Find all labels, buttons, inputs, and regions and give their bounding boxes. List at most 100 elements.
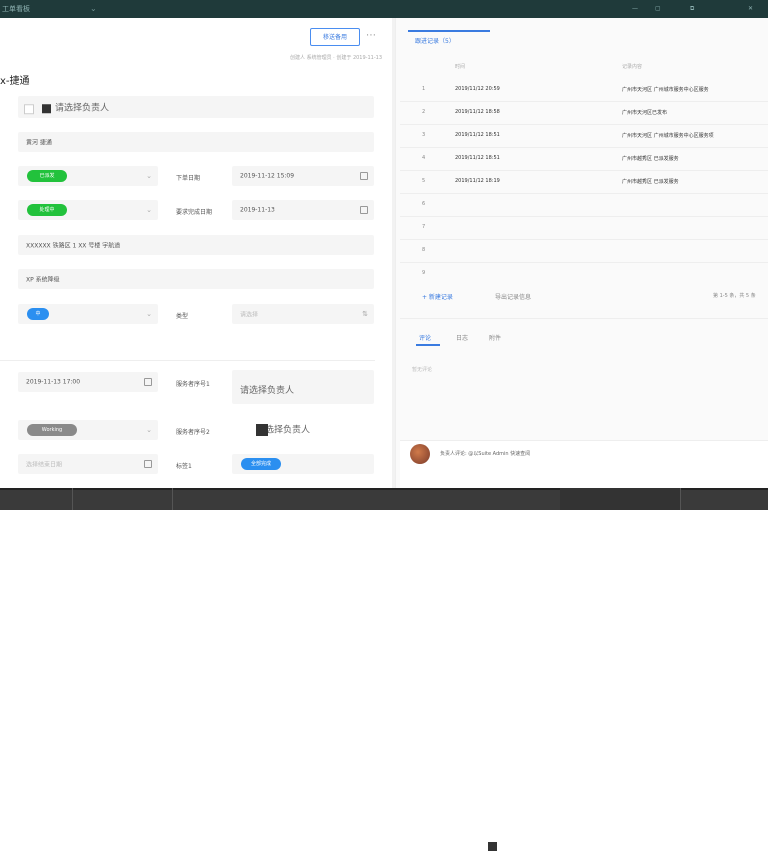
address-field[interactable]: XXXXXX 铁路区 1 XX 号楼 宇航道 xyxy=(18,235,374,255)
taskbar-item[interactable] xyxy=(72,488,173,510)
calendar-icon xyxy=(360,206,368,214)
comment-input[interactable]: 负责人评论: @以Suite Admin 快速查阅 xyxy=(440,450,530,457)
row-index: 5 xyxy=(422,178,426,184)
subtab-indicator xyxy=(416,344,440,346)
table-row-empty: 7 xyxy=(400,216,768,240)
deadline-picker[interactable]: 2019-11-13 xyxy=(232,200,374,220)
section-divider xyxy=(0,360,375,361)
row-index: 8 xyxy=(422,247,426,253)
transfer-button[interactable]: 移送备用 xyxy=(310,28,360,46)
order-date-picker[interactable]: 2019-11-12 15:09 xyxy=(232,166,374,186)
calendar-icon xyxy=(144,460,152,468)
row-time: 2019/11/12 20:59 xyxy=(455,86,500,92)
state-tag: Working xyxy=(27,424,77,436)
pagination-info: 第 1-5 条，共 5 条 xyxy=(713,293,756,299)
customer-field[interactable]: 黄河 捷通 xyxy=(18,132,374,152)
chevron-down-icon: ⌄ xyxy=(146,426,152,434)
avatar-icon xyxy=(488,842,497,851)
row-index: 1 xyxy=(422,86,426,92)
table-row-empty: 6 xyxy=(400,193,768,217)
table-row[interactable]: 5 2019/11/12 18:19 广州市越秀区 已派发服务 xyxy=(400,170,768,194)
more-options-icon[interactable]: ⋯ xyxy=(366,30,376,41)
row-index: 9 xyxy=(422,270,426,276)
table-row-empty: 9 xyxy=(400,262,768,285)
restore-icon[interactable]: ⧉ xyxy=(690,5,694,13)
chevron-down-icon[interactable]: ⌄ xyxy=(90,4,97,13)
calendar-icon xyxy=(360,172,368,180)
chevron-down-icon: ⌄ xyxy=(146,206,152,214)
row-index: 4 xyxy=(422,155,426,161)
service-placeholder: 请选择负责人 xyxy=(240,386,295,396)
close-icon[interactable]: ✕ xyxy=(748,5,753,12)
status-tag: 已派发 xyxy=(27,170,67,182)
start-time-value: 2019-11-13 17:00 xyxy=(26,378,81,386)
service2-label: 服务者序号2 xyxy=(176,429,210,436)
chevron-down-icon: ⌄ xyxy=(146,172,152,180)
empty-note: 暂无评论 xyxy=(412,367,433,373)
type-placeholder: 请选择 xyxy=(240,311,259,319)
order-date-value: 2019-11-12 15:09 xyxy=(240,172,295,180)
remark-value: XP 系统降级 xyxy=(26,276,60,284)
row-content: 广州市越秀区 已派发服务 xyxy=(622,156,679,162)
order-date-label: 下单日期 xyxy=(176,175,201,182)
taskbar-item[interactable] xyxy=(0,488,73,510)
window-titlebar: 工单看板 ⌄ — ▢ ⧉ ✕ xyxy=(0,0,768,18)
row-time: 2019/11/12 18:19 xyxy=(455,178,500,184)
row-time: 2019/11/12 18:51 xyxy=(455,155,500,161)
col-time-header: 时间 xyxy=(455,64,466,70)
owner-field[interactable]: 请选择负责人 xyxy=(18,96,374,118)
owner-placeholder: 请选择负责人 xyxy=(55,103,110,114)
end-date-placeholder: 选择结束日期 xyxy=(26,461,63,469)
deadline-value: 2019-11-13 xyxy=(240,206,275,214)
created-meta: 创建人 系统管理员 · 创建于 2019-11-13 xyxy=(290,55,383,61)
level-tag: 全部完成 xyxy=(241,458,281,470)
avatar xyxy=(410,444,430,464)
table-row[interactable]: 1 2019/11/12 20:59 广州市天河区 广州城市服务中心区服务 xyxy=(400,78,768,102)
table-row[interactable]: 3 2019/11/12 18:51 广州市天河区 广州城市服务中心区服务项 xyxy=(400,124,768,148)
checkbox[interactable] xyxy=(24,103,34,114)
minimize-icon[interactable]: — xyxy=(632,5,638,12)
service2-field[interactable]: 请选择负责人 xyxy=(232,418,497,851)
tab-comments[interactable]: 评论 xyxy=(419,333,431,342)
taskbar-item[interactable] xyxy=(560,488,681,510)
sort-icon: ⇅ xyxy=(362,310,368,318)
type-label: 类型 xyxy=(176,313,189,320)
address-value: XXXXXX 铁路区 1 XX 号楼 宇航道 xyxy=(26,242,121,250)
service2-avatar-icon xyxy=(256,424,268,436)
stage-tag: 处理中 xyxy=(27,204,67,216)
row-index: 7 xyxy=(422,224,426,230)
start-time-picker[interactable]: 2019-11-13 17:00 xyxy=(18,372,158,392)
calendar-icon xyxy=(144,378,152,386)
comment-box[interactable] xyxy=(400,440,768,489)
add-record-link[interactable]: + 新建记录 xyxy=(422,292,453,301)
table-row-empty: 8 xyxy=(400,239,768,263)
remark-field[interactable]: XP 系统降级 xyxy=(18,269,374,289)
section-divider xyxy=(400,318,768,319)
row-time: 2019/11/12 18:58 xyxy=(455,109,500,115)
maximize-icon[interactable]: ▢ xyxy=(655,5,661,12)
tab-logs[interactable]: 日志 xyxy=(456,333,468,342)
taskbar xyxy=(0,488,768,510)
row-content: 广州市天河区 广州城市服务中心区服务项 xyxy=(622,133,714,139)
table-row[interactable]: 2 2019/11/12 18:58 广州市天河区已发布 xyxy=(400,101,768,125)
service-field[interactable]: 请选择负责人 xyxy=(232,370,374,404)
table-row[interactable]: 4 2019/11/12 18:51 广州市越秀区 已派发服务 xyxy=(400,147,768,171)
row-content: 广州市天河区已发布 xyxy=(622,110,668,116)
row-content: 广州市越秀区 已派发服务 xyxy=(622,179,679,185)
end-date-picker[interactable]: 选择结束日期 xyxy=(18,454,158,474)
row-content: 广州市天河区 广州城市服务中心区服务 xyxy=(622,87,709,93)
row-index: 6 xyxy=(422,201,426,207)
page-title: x-捷通 xyxy=(0,76,30,87)
export-records-link[interactable]: 导出记录信息 xyxy=(495,292,531,301)
level-label: 标签1 xyxy=(176,463,192,470)
priority-tag: 中 xyxy=(27,308,49,320)
tab-records[interactable]: 跟进记录（5） xyxy=(415,36,455,45)
row-index: 3 xyxy=(422,132,426,138)
chevron-down-icon: ⌄ xyxy=(146,310,152,318)
deadline-label: 要求完成日期 xyxy=(176,209,213,216)
col-content-header: 记录内容 xyxy=(622,64,643,70)
service-label: 服务者序号1 xyxy=(176,381,210,388)
type-select[interactable]: 请选择 ⇅ xyxy=(232,304,374,324)
tab-indicator xyxy=(408,30,490,32)
tab-attachments[interactable]: 附件 xyxy=(489,333,501,342)
